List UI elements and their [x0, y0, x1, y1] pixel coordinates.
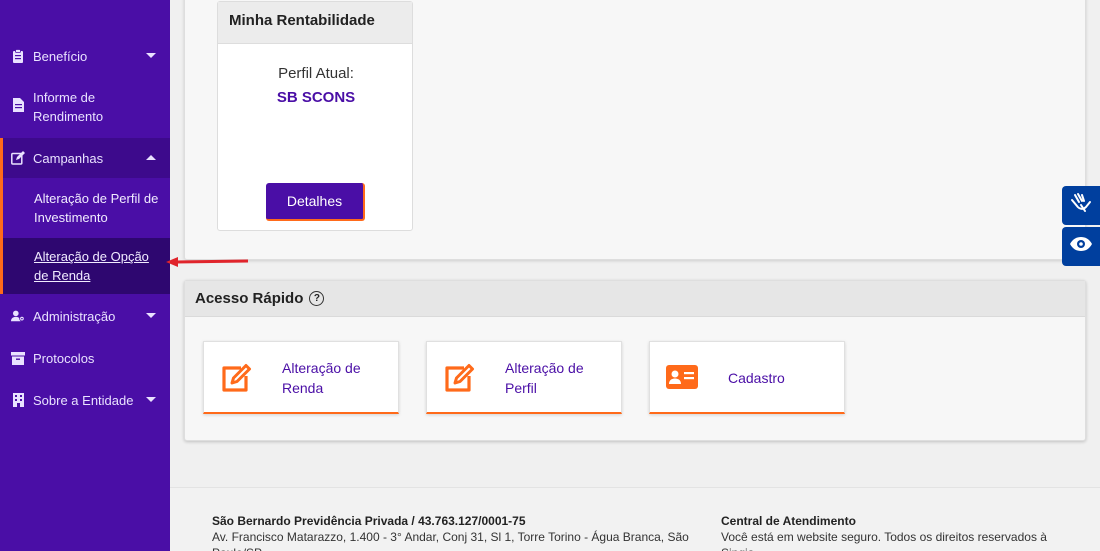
edit-icon	[11, 151, 25, 165]
quick-card-alteracao-perfil[interactable]: Alteração de Perfil	[426, 341, 622, 414]
sidebar-item-beneficio[interactable]: Benefício	[0, 44, 170, 68]
acesso-rapido-header: Acesso Rápido ?	[185, 281, 1085, 317]
footer-address: Av. Francisco Matarazzo, 1.400 - 3° Anda…	[212, 530, 689, 551]
edit-icon	[219, 362, 253, 394]
sidebar-item-protocolos[interactable]: Protocolos	[0, 346, 170, 370]
footer-company: São Bernardo Previdência Privada / 43.76…	[212, 513, 702, 551]
sidebar-item-label: Informe de Rendimento	[33, 90, 104, 124]
quick-card-label: Alteração de Renda	[282, 360, 361, 396]
sidebar-item-label: Protocolos	[33, 350, 95, 366]
chevron-up-icon	[146, 155, 156, 160]
quick-card-cadastro[interactable]: Cadastro	[649, 341, 845, 414]
acesso-rapido-panel: Acesso Rápido ? Alteração de Renda Alter…	[184, 280, 1086, 441]
chevron-down-icon	[146, 397, 156, 402]
sidebar-subitem-opcao-renda[interactable]: Alteração de Opção de Renda	[0, 238, 170, 294]
sidebar-item-administracao[interactable]: Administração	[0, 304, 170, 328]
perfil-atual-value: SB SCONS	[276, 89, 356, 106]
sidebar-item-label: Administração	[33, 308, 116, 324]
sign-language-button[interactable]	[1062, 186, 1100, 225]
footer-central-text: Você está em website seguro. Todos os di…	[721, 530, 1047, 551]
sidebar-subitem-label: Alteração de Opção de Renda	[34, 249, 149, 283]
archive-icon	[11, 351, 25, 365]
quick-card-label: Cadastro	[728, 370, 785, 386]
rentabilidade-title: Minha Rentabilidade	[218, 2, 412, 44]
sidebar-item-label: Sobre a Entidade	[33, 392, 134, 408]
footer-central-title: Central de Atendimento	[721, 514, 856, 528]
footer-company-title: São Bernardo Previdência Privada / 43.76…	[212, 514, 526, 528]
detalhes-button[interactable]: Detalhes	[266, 183, 365, 221]
help-icon[interactable]: ?	[309, 291, 325, 306]
quick-card-label: Alteração de Perfil	[505, 360, 584, 396]
rentabilidade-card: Minha Rentabilidade Perfil Atual: SB SCO…	[217, 1, 413, 231]
chevron-down-icon	[146, 313, 156, 318]
clipboard-icon	[11, 49, 25, 63]
sidebar-item-informe[interactable]: Informe de Rendimento	[0, 88, 170, 126]
quick-card-alteracao-renda[interactable]: Alteração de Renda	[203, 341, 399, 414]
sign-language-icon	[1069, 191, 1093, 220]
chevron-down-icon	[146, 53, 156, 58]
sidebar-item-sobre-entidade[interactable]: Sobre a Entidade	[0, 388, 170, 412]
sidebar-item-campanhas[interactable]: Campanhas	[0, 138, 170, 178]
perfil-atual-label: Perfil Atual:	[278, 65, 354, 82]
building-icon	[11, 393, 25, 407]
sidebar-subitem-label: Alteração de Perfil de Investimento	[34, 191, 159, 225]
footer-central: Central de Atendimento Você está em webs…	[721, 513, 1061, 551]
id-card-icon	[665, 364, 699, 396]
annotation-arrow-icon	[166, 257, 249, 267]
eye-icon	[1069, 236, 1093, 257]
edit-icon	[442, 362, 476, 394]
acesso-rapido-title: Acesso Rápido	[195, 290, 304, 307]
document-icon	[11, 98, 25, 112]
footer: São Bernardo Previdência Privada / 43.76…	[170, 487, 1100, 551]
user-cog-icon	[11, 309, 25, 323]
sidebar-item-label: Campanhas	[33, 150, 104, 166]
main-content: Minha Rentabilidade Perfil Atual: SB SCO…	[170, 0, 1100, 551]
accessibility-view-button[interactable]	[1062, 227, 1100, 266]
sidebar-subitem-perfil-investimento[interactable]: Alteração de Perfil de Investimento	[0, 178, 170, 238]
rentabilidade-panel: Minha Rentabilidade Perfil Atual: SB SCO…	[184, 0, 1086, 260]
sidebar: Benefício Informe de Rendimento Campanha…	[0, 0, 170, 551]
sidebar-item-label: Benefício	[33, 48, 88, 64]
